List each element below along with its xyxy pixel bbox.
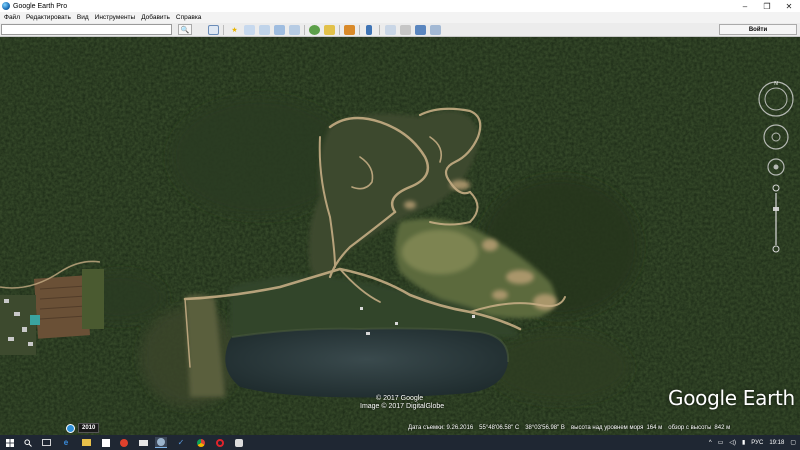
file-explorer-icon[interactable]: [80, 437, 92, 448]
eye-altitude-label: обзор с высоты: [668, 425, 712, 431]
title-bar: Google Earth Pro – ❐ ✕: [0, 0, 800, 12]
toolbar-separator: [379, 25, 380, 35]
toolbar-separator: [339, 25, 340, 35]
minimize-button[interactable]: –: [734, 0, 756, 12]
app-icon[interactable]: [233, 437, 245, 448]
historical-year: 2010: [78, 423, 100, 433]
polygon-icon[interactable]: [244, 25, 255, 35]
elevation-label: высота над уровнем моря: [570, 425, 644, 431]
menu-add[interactable]: Добавить: [141, 14, 170, 21]
search-taskbar-icon[interactable]: [22, 437, 34, 448]
network-icon[interactable]: ▭: [718, 439, 724, 446]
search-icon: 🔍: [180, 26, 190, 34]
look-joystick-icon[interactable]: [763, 124, 789, 150]
chrome-icon[interactable]: [195, 437, 207, 448]
input-language[interactable]: РУС: [751, 440, 763, 446]
move-joystick-icon[interactable]: [767, 158, 785, 176]
clock-time[interactable]: 19:18: [769, 440, 784, 446]
historical-imagery-badge[interactable]: 2010: [66, 423, 100, 433]
status-bar: Дата съемки: 9.26.2016 55°48'06.58" С 38…: [408, 423, 800, 433]
toolbar-separator: [223, 25, 224, 35]
copyright-imagery: Image © 2017 DigitalGlobe: [360, 403, 445, 410]
map-view[interactable]: © 2017 Google Image © 2017 DigitalGlobe …: [0, 37, 800, 435]
edge-icon[interactable]: e: [60, 437, 72, 448]
toolbar-separator: [359, 25, 360, 35]
task-view-icon[interactable]: [40, 437, 52, 448]
placemark-icon[interactable]: ★: [229, 25, 240, 35]
menu-help[interactable]: Справка: [176, 14, 202, 21]
clock-icon: [66, 423, 75, 433]
historical-imagery-icon[interactable]: [309, 25, 320, 35]
close-button[interactable]: ✕: [778, 0, 800, 12]
zoom-slider[interactable]: [772, 184, 780, 253]
volume-icon[interactable]: ◁): [729, 439, 736, 446]
menu-tools[interactable]: Инструменты: [95, 14, 136, 21]
battery-icon[interactable]: ▮: [742, 439, 745, 446]
email-icon[interactable]: [385, 25, 396, 35]
menu-view[interactable]: Вид: [77, 14, 89, 21]
sunlight-icon[interactable]: [324, 25, 335, 35]
latitude: 55°48'06.58" С: [479, 425, 520, 431]
navigation-controls: N: [756, 77, 796, 257]
menu-file[interactable]: Файл: [4, 14, 20, 21]
sidebar-toggle-icon[interactable]: [208, 25, 219, 35]
longitude: 38°03'56.98" В: [525, 425, 565, 431]
svg-text:N: N: [774, 81, 778, 87]
view-in-maps-icon[interactable]: [430, 25, 441, 35]
record-tour-icon[interactable]: [289, 25, 300, 35]
copyright-google: © 2017 Google: [376, 395, 424, 402]
satellite-imagery: [0, 37, 800, 435]
google-earth-logo-icon: [2, 2, 10, 10]
save-image-icon[interactable]: [415, 25, 426, 35]
opera-icon[interactable]: [214, 437, 226, 448]
windows-taskbar: e ✓ ^ ▭ ◁) ▮ РУС 19:18 ▢: [0, 435, 800, 450]
search-button[interactable]: 🔍: [178, 24, 192, 35]
sign-in-button[interactable]: Войти: [719, 24, 797, 35]
notifications-icon[interactable]: ▢: [790, 439, 796, 446]
toolbar-separator: [304, 25, 305, 35]
chevron-up-icon[interactable]: ^: [709, 440, 712, 446]
menu-bar: Файл Редактировать Вид Инструменты Добав…: [0, 12, 800, 23]
path-icon[interactable]: [259, 25, 270, 35]
store-icon[interactable]: [100, 437, 112, 448]
image-overlay-icon[interactable]: [274, 25, 285, 35]
yandex-browser-icon[interactable]: [118, 437, 130, 448]
windows-logo-icon: [6, 438, 14, 447]
mail-icon[interactable]: [137, 437, 149, 448]
ruler-icon[interactable]: [366, 25, 372, 35]
system-tray: ^ ▭ ◁) ▮ РУС 19:18 ▢: [703, 435, 796, 450]
print-icon[interactable]: [400, 25, 411, 35]
planets-icon[interactable]: [344, 25, 355, 35]
visual-studio-icon[interactable]: ✓: [175, 437, 187, 448]
google-earth-taskbar-icon[interactable]: [155, 437, 167, 448]
google-earth-window: Google Earth Pro – ❐ ✕ Файл Редактироват…: [0, 0, 800, 450]
elevation-value: 164 м: [646, 425, 663, 431]
maximize-button[interactable]: ❐: [756, 0, 778, 12]
eye-altitude-value: 842 м: [714, 425, 731, 431]
google-earth-watermark: Google Earth: [668, 386, 795, 410]
search-input[interactable]: [1, 24, 172, 35]
toolbar: 🔍 ★ Войти: [0, 23, 800, 37]
start-button[interactable]: [4, 437, 16, 448]
window-title: Google Earth Pro: [13, 2, 68, 10]
imagery-date: Дата съемки: 9.26.2016: [408, 425, 474, 431]
menu-edit[interactable]: Редактировать: [26, 14, 71, 21]
compass-ring-icon[interactable]: N: [758, 81, 794, 117]
